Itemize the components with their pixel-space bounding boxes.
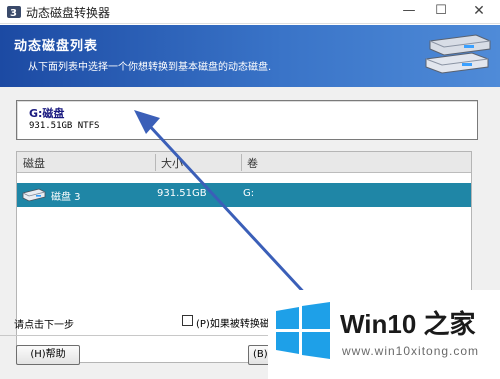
app-icon: 3 (7, 6, 21, 19)
banner-title: 动态磁盘列表 (14, 39, 99, 54)
cell-disk: 磁盘 3 (51, 192, 81, 203)
minimize-button[interactable]: — (392, 0, 426, 24)
column-divider[interactable] (155, 154, 156, 171)
svg-text:3: 3 (10, 8, 17, 19)
disk-stack-icon (425, 34, 491, 74)
banner-subtitle: 从下面列表中选择一个你想转换到基本磁盘的动态磁盘. (28, 62, 272, 73)
hint-text: 请点击下一步 (14, 320, 74, 331)
convert-checkbox[interactable] (182, 315, 193, 326)
cell-volume: G: (243, 188, 255, 199)
watermark-logo: Win10 之家 www.win10xitong.com (268, 290, 500, 379)
cell-size: 931.51GB (157, 188, 207, 199)
table-row[interactable]: 磁盘 3 931.51GB G: (17, 183, 471, 207)
table-header: 磁盘 大小 卷 (17, 152, 471, 173)
watermark-url: www.win10xitong.com (342, 344, 480, 358)
windows-logo-icon (276, 302, 330, 359)
selected-disk-name: G:磁盘 (29, 107, 65, 120)
help-button[interactable]: (H)帮助 (16, 345, 80, 365)
column-header-size[interactable]: 大小 (161, 155, 183, 171)
column-header-volume[interactable]: 卷 (247, 155, 258, 171)
selected-disk-info: 931.51GB NTFS (29, 121, 100, 131)
header-banner: 动态磁盘列表 从下面列表中选择一个你想转换到基本磁盘的动态磁盘. (0, 25, 500, 87)
column-divider[interactable] (241, 154, 242, 171)
watermark-brand: Win10 之家 (340, 309, 476, 339)
maximize-button[interactable]: ☐ (424, 0, 458, 24)
column-header-disk[interactable]: 磁盘 (23, 155, 45, 171)
window-title: 动态磁盘转换器 (26, 6, 111, 20)
selected-disk-box: G:磁盘 931.51GB NTFS (16, 100, 478, 140)
close-button[interactable]: ✕ (462, 0, 496, 24)
title-bar: 3 动态磁盘转换器 — ☐ ✕ (0, 0, 500, 24)
hard-disk-icon (22, 188, 46, 202)
